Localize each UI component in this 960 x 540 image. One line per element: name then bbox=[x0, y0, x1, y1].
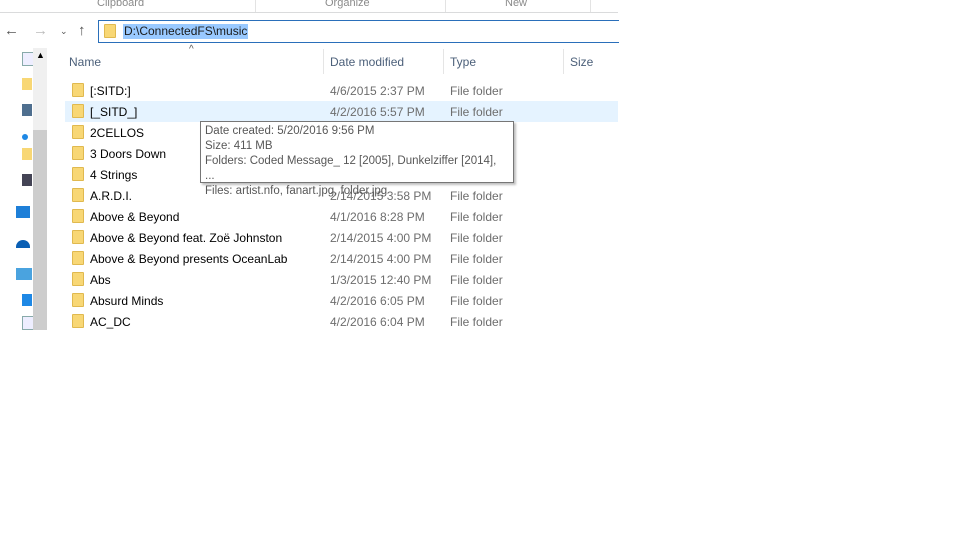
scrollbar-thumb[interactable] bbox=[33, 130, 47, 330]
videos-icon bbox=[22, 174, 32, 186]
scroll-up-arrow[interactable]: ▲ bbox=[36, 50, 45, 60]
date-modified: 4/6/2015 2:37 PM bbox=[330, 84, 425, 98]
file-name: Above & Beyond presents OceanLab bbox=[90, 252, 288, 266]
file-row[interactable]: Absurd Minds 4/2/2016 6:05 PM File folde… bbox=[65, 290, 618, 311]
column-header-name[interactable]: Name bbox=[69, 55, 101, 69]
back-button[interactable]: ← bbox=[4, 22, 19, 39]
date-modified: 4/2/2016 6:05 PM bbox=[330, 294, 425, 308]
column-header-type[interactable]: Type bbox=[450, 55, 476, 69]
folder-icon bbox=[72, 251, 84, 265]
folder-icon bbox=[72, 125, 84, 139]
file-name: Above & Beyond feat. Zoë Johnston bbox=[90, 231, 283, 245]
folder-icon bbox=[72, 104, 84, 118]
file-name: [_SITD_] bbox=[90, 105, 138, 119]
folder-icon bbox=[72, 314, 84, 328]
folder-icon bbox=[72, 167, 84, 181]
file-name: 2CELLOS bbox=[90, 126, 145, 140]
ribbon-group-new[interactable]: New bbox=[505, 0, 527, 9]
tooltip-date-created: Date created: 5/20/2016 9:56 PM bbox=[205, 125, 375, 137]
file-row[interactable]: Above & Beyond presents OceanLab 2/14/20… bbox=[65, 248, 618, 269]
sort-ascending-icon: ^ bbox=[189, 44, 194, 55]
ribbon: Clipboard Organize New bbox=[0, 0, 618, 13]
file-type: File folder bbox=[450, 252, 503, 266]
file-row[interactable]: AC_DC 4/2/2016 6:04 PM File folder bbox=[65, 311, 618, 332]
file-name: Abs bbox=[90, 273, 111, 287]
date-modified: 2/14/2015 4:00 PM bbox=[330, 231, 432, 245]
file-type: File folder bbox=[450, 84, 503, 98]
file-row[interactable]: [_SITD_] 4/2/2016 5:57 PM File folder bbox=[65, 101, 618, 122]
file-type: File folder bbox=[450, 294, 503, 308]
file-explorer-window: Clipboard Organize New ← → ⌄ ↑ D:\Connec… bbox=[0, 0, 619, 332]
address-input[interactable]: D:\ConnectedFS\music bbox=[123, 24, 249, 39]
file-name: [:SITD:] bbox=[90, 84, 131, 98]
file-type: File folder bbox=[450, 210, 503, 224]
folder-icon bbox=[104, 24, 116, 38]
folder-icon bbox=[72, 293, 84, 307]
tooltip-size: Size: 411 MB bbox=[205, 140, 273, 152]
device-icon bbox=[22, 294, 32, 306]
navigation-scrollbar[interactable]: ▲ bbox=[33, 48, 47, 330]
folder-icon bbox=[72, 188, 84, 202]
folder-icon bbox=[72, 209, 84, 223]
file-name: 3 Doors Down bbox=[90, 147, 167, 161]
folder-icon bbox=[72, 83, 84, 97]
folder-icon bbox=[72, 146, 84, 160]
file-name: Above & Beyond bbox=[90, 210, 180, 224]
forward-button[interactable]: → bbox=[33, 22, 48, 39]
date-modified: 4/2/2016 6:04 PM bbox=[330, 315, 425, 329]
folder-tooltip: Date created: 5/20/2016 9:56 PM Size: 41… bbox=[200, 121, 514, 197]
column-header-size[interactable]: Size bbox=[570, 55, 593, 69]
date-modified: 1/3/2015 12:40 PM bbox=[330, 273, 432, 287]
onedrive-icon bbox=[16, 240, 30, 248]
tooltip-files: Files: artist.nfo, fanart.jpg, folder.jp… bbox=[205, 185, 388, 197]
file-row[interactable]: Above & Beyond feat. Zoë Johnston 2/14/2… bbox=[65, 227, 618, 248]
ribbon-group-clipboard[interactable]: Clipboard bbox=[97, 0, 144, 9]
file-type: File folder bbox=[450, 231, 503, 245]
file-type: File folder bbox=[450, 315, 503, 329]
quick-access-icon bbox=[22, 134, 28, 140]
file-type: File folder bbox=[450, 273, 503, 287]
folder-icon bbox=[72, 272, 84, 286]
up-button[interactable]: ↑ bbox=[78, 22, 86, 39]
folder-icon bbox=[22, 148, 32, 160]
tooltip-folders: Folders: Coded Message_ 12 [2005], Dunke… bbox=[205, 155, 497, 182]
this-pc-icon bbox=[16, 268, 32, 280]
address-bar[interactable]: D:\ConnectedFS\music bbox=[98, 20, 619, 43]
file-type: File folder bbox=[450, 105, 503, 119]
file-row[interactable]: Above & Beyond 4/1/2016 8:28 PM File fol… bbox=[65, 206, 618, 227]
dropbox-icon bbox=[16, 206, 30, 218]
ribbon-group-organize[interactable]: Organize bbox=[325, 0, 370, 9]
folder-icon bbox=[72, 230, 84, 244]
column-header-date-modified[interactable]: Date modified bbox=[330, 55, 404, 69]
recent-locations-dropdown[interactable]: ⌄ bbox=[60, 26, 68, 37]
file-row[interactable]: Abs 1/3/2015 12:40 PM File folder bbox=[65, 269, 618, 290]
file-name: 4 Strings bbox=[90, 168, 138, 182]
file-name: A.R.D.I. bbox=[90, 189, 133, 203]
pictures-icon bbox=[22, 104, 32, 116]
file-row[interactable]: [:SITD:] 4/6/2015 2:37 PM File folder bbox=[65, 80, 618, 101]
date-modified: 4/2/2016 5:57 PM bbox=[330, 105, 425, 119]
file-name: Absurd Minds bbox=[90, 294, 164, 308]
date-modified: 2/14/2015 4:00 PM bbox=[330, 252, 432, 266]
file-name: AC_DC bbox=[90, 315, 131, 329]
date-modified: 4/1/2016 8:28 PM bbox=[330, 210, 425, 224]
folder-icon bbox=[22, 78, 32, 90]
